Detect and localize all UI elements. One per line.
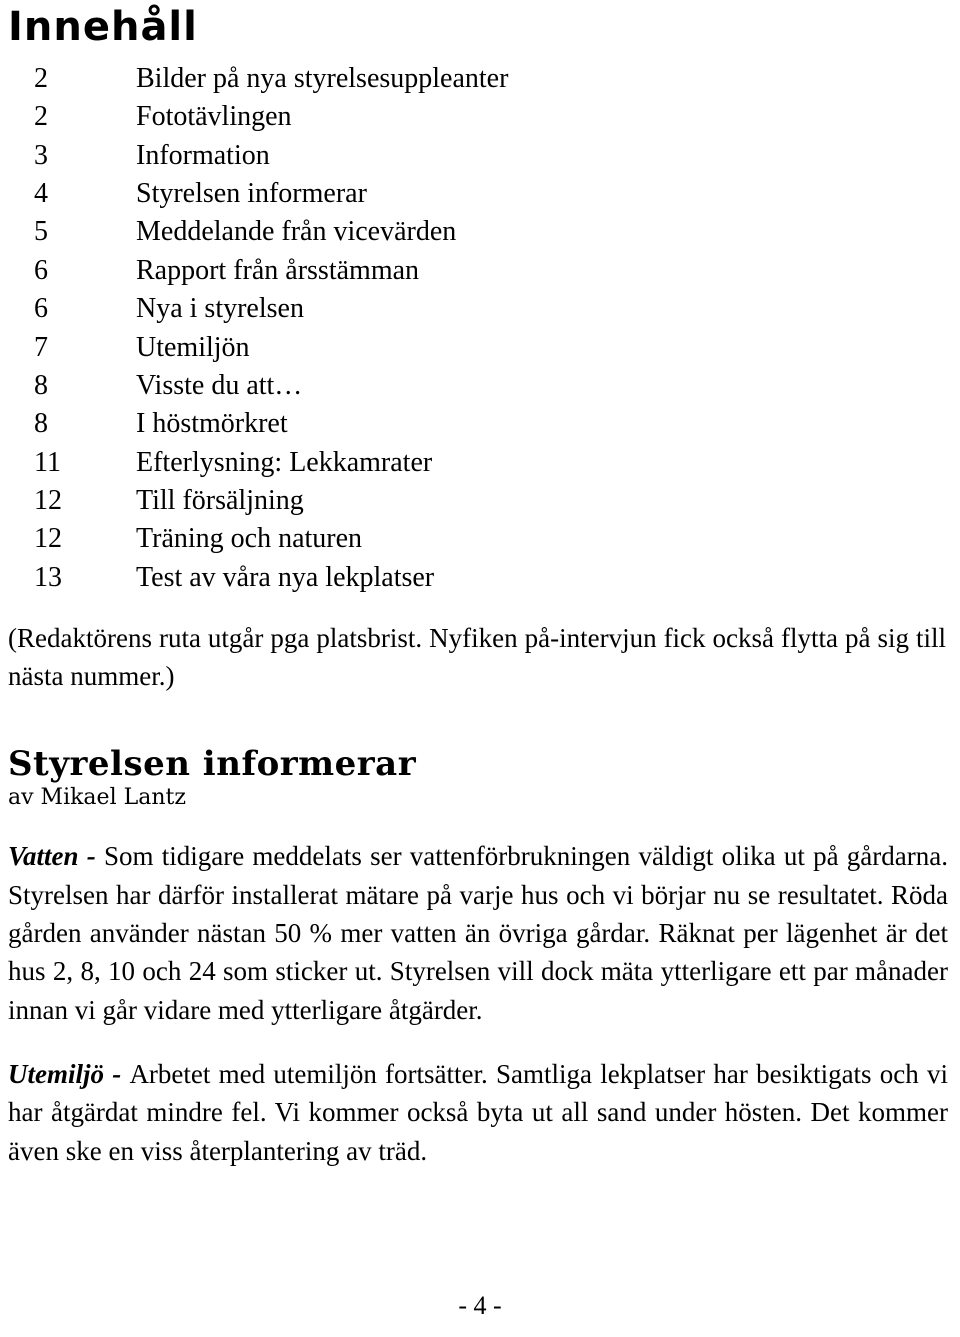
toc-entry: 8 Visste du att… — [8, 367, 952, 405]
toc-entry-label: Fototävlingen — [136, 101, 292, 133]
toc-page-number: 2 — [34, 63, 48, 94]
paragraph-lead-in: Vatten - — [8, 841, 104, 872]
toc-entry: 3 Information — [8, 137, 952, 175]
article-paragraph: Utemiljö - Arbetet med utemiljön fortsät… — [8, 1055, 952, 1170]
toc-page-number: 2 — [34, 101, 48, 133]
toc-entry: 6 Nya i styrelsen — [8, 290, 952, 328]
toc-entry: 8 I höstmörkret — [8, 405, 952, 443]
paragraph-text: Arbetet med utemiljön fortsätter. Samtli… — [8, 1059, 949, 1166]
toc-entry: 12 Till försäljning — [8, 482, 952, 520]
toc-page-number: 4 — [34, 178, 48, 210]
toc-entry-label: Efterlysning: Lekkamrater — [136, 446, 433, 478]
page-footer: - 4 - — [458, 1291, 502, 1320]
toc-entry-label: Visste du att… — [136, 369, 303, 401]
page-title: Innehåll — [8, 4, 198, 50]
toc-entry-label: Till försäljning — [136, 484, 304, 516]
toc-entry-label: Styrelsen informerar — [136, 178, 367, 210]
toc-page-number: 12 — [34, 523, 62, 555]
toc-entry: 5 Meddelande från vicevärden — [8, 213, 952, 251]
toc-page-number: 6 — [34, 254, 48, 286]
toc-entry-label: Bilder på nya styrelsesuppleanter — [136, 63, 509, 94]
toc-entry-label: Meddelande från vicevärden — [136, 216, 457, 248]
toc-entry-label: Rapport från årsstämman — [136, 254, 420, 286]
toc-entry-label: Träning och naturen — [136, 523, 363, 555]
editor-note: (Redaktörens ruta utgår pga platsbrist. … — [8, 623, 946, 692]
paragraph-text: Som tidigare meddelats ser vattenförbruk… — [8, 841, 948, 1025]
toc-page-number: 8 — [34, 408, 48, 440]
toc-entry: 11 Efterlysning: Lekkamrater — [8, 444, 952, 482]
toc-page-number: 5 — [34, 216, 48, 248]
article-byline: av Mikael Lantz — [8, 785, 186, 811]
toc-entry-label: Utemiljön — [136, 331, 250, 363]
toc-page-number: 8 — [34, 369, 48, 401]
toc-page-number: 7 — [34, 331, 48, 363]
toc-entry: 2 Fototävlingen — [8, 98, 952, 136]
toc-entry-label: I höstmörkret — [136, 408, 288, 440]
toc-entry: 2 Bilder på nya styrelsesuppleanter — [8, 60, 952, 98]
toc-entry: 4 Styrelsen informerar — [8, 175, 952, 213]
toc-entry: 13 Test av våra nya lekplatser — [8, 559, 952, 597]
toc-page-number: 3 — [34, 139, 48, 171]
toc-entry-label: Information — [136, 139, 270, 171]
document-page: Innehåll 2 Bilder på nya styrelsesupplea… — [0, 6, 960, 1337]
toc-page-number: 11 — [34, 446, 61, 478]
paragraph-lead-in: Utemiljö - — [8, 1059, 130, 1090]
toc-entry: 6 Rapport från årsstämman — [8, 252, 952, 290]
toc-entry-label: Nya i styrelsen — [136, 293, 304, 325]
toc-entry: 12 Träning och naturen — [8, 520, 952, 558]
article-heading: Styrelsen informerar — [8, 743, 417, 784]
toc-page-number: 6 — [34, 293, 48, 325]
toc-page-number: 12 — [34, 484, 62, 516]
toc-entry: 7 Utemiljön — [8, 329, 952, 367]
article-paragraph: Vatten - Som tidigare meddelats ser vatt… — [8, 837, 952, 1029]
toc-entry-label: Test av våra nya lekplatser — [136, 561, 435, 593]
table-of-contents: 2 Bilder på nya styrelsesuppleanter 2 Fo… — [8, 60, 952, 597]
toc-page-number: 13 — [34, 561, 62, 593]
